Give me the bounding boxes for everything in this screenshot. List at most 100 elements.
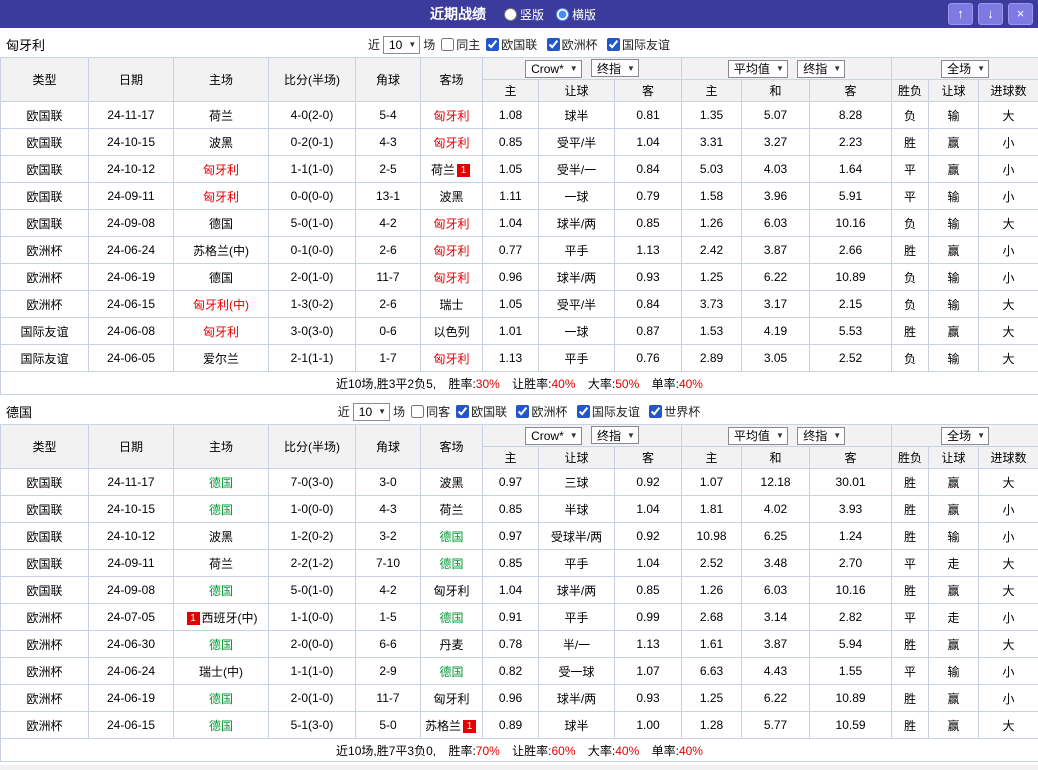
table-row: 欧国联 24-11-17 德国 7-0(3-0) 3-0 波黑 0.97 三球 …: [1, 469, 1038, 496]
move-up-button[interactable]: ↑: [948, 3, 973, 25]
corner-cell: 0-6: [356, 318, 421, 345]
bookmaker-select[interactable]: Crow*▼: [525, 427, 582, 445]
col-avg-home: 主: [682, 80, 742, 102]
avg-away-cell: 5.94: [810, 631, 892, 658]
away-team-name: 匈牙利: [433, 109, 469, 123]
league-checkbox-input[interactable]: [486, 38, 499, 51]
league-type-cell: 国际友谊: [1, 318, 89, 345]
date-cell: 24-09-08: [89, 577, 174, 604]
odds-stage-select[interactable]: 终指▼: [591, 59, 639, 77]
full-match-select[interactable]: 全场▼: [941, 427, 989, 445]
league-checkbox-input[interactable]: [516, 405, 529, 418]
home-team-name: 匈牙利: [203, 325, 239, 339]
average-stage-select[interactable]: 终指▼: [797, 60, 845, 78]
league-filter-checkbox[interactable]: 国际友谊: [601, 36, 670, 53]
league-filter-checkbox[interactable]: 欧洲杯: [541, 36, 598, 53]
corner-cell: 5-4: [356, 102, 421, 129]
handicap-cell: 平手: [539, 237, 615, 264]
same-away-checkbox[interactable]: 同客: [405, 403, 450, 420]
league-filter-checkbox[interactable]: 欧国联: [480, 36, 537, 53]
date-cell: 24-11-17: [89, 469, 174, 496]
goals-result-cell: 大: [979, 102, 1038, 129]
table-row: 欧国联 24-11-17 荷兰 4-0(2-0) 5-4 匈牙利 1.08 球半…: [1, 102, 1038, 129]
away-team-name: 以色列: [433, 325, 469, 339]
average-select[interactable]: 平均值▼: [728, 427, 788, 445]
home-team-cell: 波黑: [174, 129, 269, 156]
match-count-select[interactable]: 10 ▼: [353, 403, 390, 421]
league-filter-checkbox[interactable]: 世界杯: [643, 403, 700, 420]
corner-cell: 3-2: [356, 523, 421, 550]
horizontal-radio-input[interactable]: [556, 8, 569, 21]
chevron-down-icon: ▼: [570, 431, 578, 440]
home-team-cell: 匈牙利: [174, 183, 269, 210]
goals-result-cell: 大: [979, 577, 1038, 604]
avg-home-cell: 1.58: [682, 183, 742, 210]
league-checkbox-input[interactable]: [547, 38, 560, 51]
away-team-name: 德国: [439, 530, 463, 544]
same-home-checkbox-input[interactable]: [441, 38, 454, 51]
result-cell: 平: [892, 604, 929, 631]
handicap-cell: 受球半/两: [539, 523, 615, 550]
handicap-result-cell: 赢: [929, 156, 979, 183]
handicap-cell: 半/一: [539, 631, 615, 658]
chevron-down-icon: ▼: [570, 64, 578, 73]
view-horizontal-radio[interactable]: 横版: [556, 6, 596, 23]
odds-stage-select[interactable]: 终指▼: [591, 426, 639, 444]
league-type-cell: 国际友谊: [1, 345, 89, 372]
home-team-name: 德国: [209, 584, 233, 598]
corner-cell: 6-6: [356, 631, 421, 658]
away-team-name: 德国: [439, 665, 463, 679]
home-team-cell: 瑞士(中): [174, 658, 269, 685]
goals-result-cell: 大: [979, 631, 1038, 658]
col-type: 类型: [1, 425, 89, 469]
average-stage-select[interactable]: 终指▼: [797, 427, 845, 445]
home-team-cell: 德国: [174, 712, 269, 739]
away-team-cell: 德国: [421, 550, 483, 577]
away-team-cell: 德国: [421, 523, 483, 550]
close-button[interactable]: ×: [1008, 3, 1033, 25]
move-down-button[interactable]: ↓: [978, 3, 1003, 25]
score-cell: 1-0(0-0): [269, 496, 356, 523]
league-filter-checkbox[interactable]: 欧国联: [450, 403, 507, 420]
league-filter-checkbox[interactable]: 国际友谊: [571, 403, 640, 420]
result-cell: 负: [892, 345, 929, 372]
same-home-checkbox[interactable]: 同主: [435, 36, 480, 53]
league-checkbox-input[interactable]: [607, 38, 620, 51]
vertical-radio-input[interactable]: [504, 8, 517, 21]
handicap-cell: 球半: [539, 712, 615, 739]
bookmaker-select[interactable]: Crow*▼: [525, 60, 582, 78]
home-team-cell: 德国: [174, 496, 269, 523]
view-vertical-radio[interactable]: 竖版: [504, 6, 544, 23]
avg-home-cell: 1.25: [682, 264, 742, 291]
home-team-name: 德国: [209, 692, 233, 706]
avg-away-cell: 1.24: [810, 523, 892, 550]
odds-home-cell: 0.97: [483, 469, 539, 496]
league-filter-checkbox[interactable]: 欧洲杯: [510, 403, 567, 420]
date-cell: 24-09-11: [89, 550, 174, 577]
odds-home-cell: 0.78: [483, 631, 539, 658]
stat-over-rate: 大率:40%: [588, 744, 639, 758]
league-type-cell: 欧国联: [1, 210, 89, 237]
full-match-select[interactable]: 全场▼: [941, 60, 989, 78]
chevron-down-icon: ▼: [977, 431, 985, 440]
goals-result-cell: 小: [979, 658, 1038, 685]
date-cell: 24-06-24: [89, 658, 174, 685]
same-away-checkbox-input[interactable]: [411, 405, 424, 418]
result-cell: 胜: [892, 469, 929, 496]
avg-draw-cell: 5.77: [742, 712, 810, 739]
handicap-cell: 受半/一: [539, 156, 615, 183]
away-team-name: 波黑: [439, 190, 463, 204]
league-checkbox-input[interactable]: [456, 405, 469, 418]
average-select[interactable]: 平均值▼: [728, 60, 788, 78]
handicap-result-cell: 赢: [929, 496, 979, 523]
league-checkbox-input[interactable]: [649, 405, 662, 418]
avg-away-cell: 2.70: [810, 550, 892, 577]
avg-away-cell: 1.55: [810, 658, 892, 685]
odds-group-header: Crow*▼ 终指▼: [483, 58, 682, 80]
match-count-select[interactable]: 10 ▼: [383, 36, 420, 54]
league-checkbox-input[interactable]: [577, 405, 590, 418]
away-team-cell: 德国: [421, 658, 483, 685]
red-card-badge: 1: [463, 720, 476, 733]
chevron-down-icon: ▼: [627, 64, 635, 73]
date-cell: 24-06-19: [89, 264, 174, 291]
